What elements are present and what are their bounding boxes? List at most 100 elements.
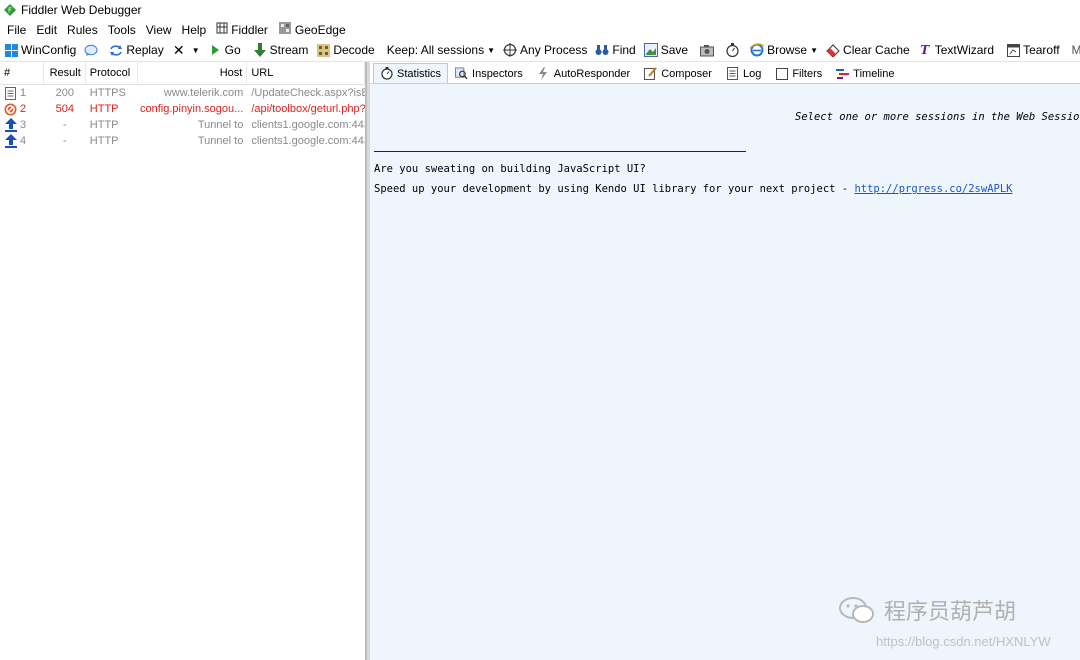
session-url: /UpdateCheck.aspx?isBet <box>251 87 365 99</box>
eraser-icon <box>826 43 840 57</box>
magnifier-icon <box>455 67 468 80</box>
select-sessions-message: Select one or more sessions in the Web S… <box>795 111 1080 123</box>
tab-autoresponder[interactable]: AutoResponder <box>530 63 637 83</box>
menu-help[interactable]: Help <box>177 20 212 39</box>
menu-edit[interactable]: Edit <box>31 20 62 39</box>
menu-edit-label: Edit <box>36 22 58 37</box>
close-x-icon: ✕ <box>172 41 185 58</box>
timer-button[interactable] <box>721 40 746 61</box>
menu-tools[interactable]: Tools <box>103 20 141 39</box>
tab-filters-label: Filters <box>792 67 823 80</box>
session-protocol: HTTP <box>89 135 119 147</box>
tab-statistics[interactable]: Statistics <box>373 63 449 83</box>
blocked-icon <box>4 103 17 116</box>
any-process-label: Any Process <box>520 43 588 57</box>
stream-button[interactable]: Stream <box>249 40 313 61</box>
session-host: config.pinyin.sogou... <box>139 103 244 115</box>
watermark-url: https://blog.csdn.net/HXNLYW <box>876 634 1051 649</box>
session-url: clients1.google.com:443 <box>251 119 365 131</box>
keep-sessions-dropdown[interactable]: Keep: All sessions ▼ <box>383 40 499 61</box>
col-header-number[interactable]: # <box>0 61 44 85</box>
session-number-cell: 1 <box>0 85 44 101</box>
pencil-icon <box>644 67 657 80</box>
replay-arrows-icon <box>109 43 123 57</box>
go-button[interactable]: Go <box>204 40 245 61</box>
col-header-url[interactable]: URL <box>247 61 365 85</box>
keep-sessions-label: Keep: All sessions <box>386 43 485 57</box>
session-row[interactable]: 3 - HTTP Tunnel to clients1.google.com:4… <box>0 117 365 133</box>
menu-fiddler[interactable]: Fiddler <box>211 20 273 39</box>
session-host: Tunnel to <box>197 135 244 147</box>
save-label: Save <box>660 43 689 57</box>
tab-log[interactable]: Log <box>719 63 768 83</box>
play-arrow-icon <box>208 43 222 57</box>
tearoff-label: Tearoff <box>1023 43 1060 57</box>
tab-composer[interactable]: Composer <box>637 63 719 83</box>
session-url: clients1.google.com:443 <box>251 135 365 147</box>
browse-button[interactable]: Browse ▼ <box>746 40 822 61</box>
svg-text:F: F <box>8 7 12 15</box>
browse-label: Browse <box>767 43 808 57</box>
tab-inspectors[interactable]: Inspectors <box>448 63 530 83</box>
decode-grid-icon <box>316 43 330 57</box>
timeline-bars-icon <box>836 67 850 80</box>
fiddler-logo-icon: F <box>4 4 16 16</box>
replay-button[interactable]: Replay <box>105 40 167 61</box>
msdn-search-label: MSD <box>1072 43 1080 57</box>
textwizard-button[interactable]: T TextWizard <box>914 40 998 61</box>
col-header-host[interactable]: Host <box>138 61 248 85</box>
session-number-cell: 2 <box>0 101 44 117</box>
textwizard-t-icon: T <box>920 43 930 57</box>
sessions-list[interactable]: # Result Protocol Host URL 1 200 HTTPS w… <box>0 61 366 660</box>
checkbox-icon <box>775 67 788 80</box>
session-row[interactable]: 2 504 HTTP config.pinyin.sogou... /api/t… <box>0 101 365 117</box>
toolbar: WinConfig Replay ✕ ▼ Go Stream Decode Ke… <box>0 39 1080 62</box>
session-number: 2 <box>20 103 27 115</box>
menu-view-label: View <box>145 22 172 37</box>
session-result: 200 <box>55 87 75 99</box>
window-title: Fiddler Web Debugger <box>21 3 142 17</box>
stream-label: Stream <box>269 43 309 57</box>
screenshot-button[interactable] <box>696 40 721 61</box>
menu-geoedge[interactable]: GeoEdge <box>273 20 351 39</box>
replay-label: Replay <box>126 43 164 57</box>
find-button[interactable]: Find <box>591 40 639 61</box>
binoculars-icon <box>595 43 609 57</box>
tab-inspectors-label: Inspectors <box>472 67 523 80</box>
menu-view[interactable]: View <box>141 20 177 39</box>
msdn-search-field[interactable]: MSD <box>1068 40 1080 61</box>
winconfig-button[interactable]: WinConfig <box>0 40 80 61</box>
menu-file[interactable]: File <box>2 20 31 39</box>
menu-fiddler-label: Fiddler <box>231 22 268 37</box>
watermark-text: 程序员葫芦胡 <box>884 600 1017 625</box>
tearoff-button[interactable]: Tearoff <box>1002 40 1063 61</box>
watermark-brand: 程序员葫芦胡 <box>838 594 1016 626</box>
session-result: - <box>63 135 67 147</box>
session-row[interactable]: 4 - HTTP Tunnel to clients1.google.com:4… <box>0 133 365 149</box>
col-header-protocol[interactable]: Protocol <box>86 61 138 85</box>
stopwatch-icon <box>380 67 393 80</box>
save-button[interactable]: Save <box>640 40 692 61</box>
go-label: Go <box>224 43 241 57</box>
menu-rules[interactable]: Rules <box>62 20 103 39</box>
session-row[interactable]: 1 200 HTTPS www.telerik.com /UpdateCheck… <box>0 85 365 101</box>
crosshair-icon <box>503 43 518 57</box>
remove-dropdown-button[interactable]: ✕ ▼ <box>168 40 204 61</box>
any-process-button[interactable]: Any Process <box>499 40 591 61</box>
menu-geoedge-label: GeoEdge <box>294 22 346 37</box>
col-header-result[interactable]: Result <box>44 61 86 85</box>
tab-timeline[interactable]: Timeline <box>829 63 901 83</box>
session-host: Tunnel to <box>197 119 244 131</box>
tab-filters[interactable]: Filters <box>768 63 829 83</box>
clear-cache-label: Clear Cache <box>843 43 910 57</box>
title-bar: F Fiddler Web Debugger <box>0 0 1080 20</box>
decode-button[interactable]: Decode <box>312 40 378 61</box>
comment-button[interactable] <box>80 40 105 61</box>
promo-link[interactable]: http://prgress.co/2swAPLK <box>854 183 1012 195</box>
session-protocol: HTTP <box>89 103 119 115</box>
clear-cache-button[interactable]: Clear Cache <box>822 40 914 61</box>
session-protocol: HTTP <box>89 119 119 131</box>
session-result: - <box>63 119 67 131</box>
sessions-header: # Result Protocol Host URL <box>0 61 365 85</box>
chevron-down-icon: ▼ <box>487 45 496 55</box>
